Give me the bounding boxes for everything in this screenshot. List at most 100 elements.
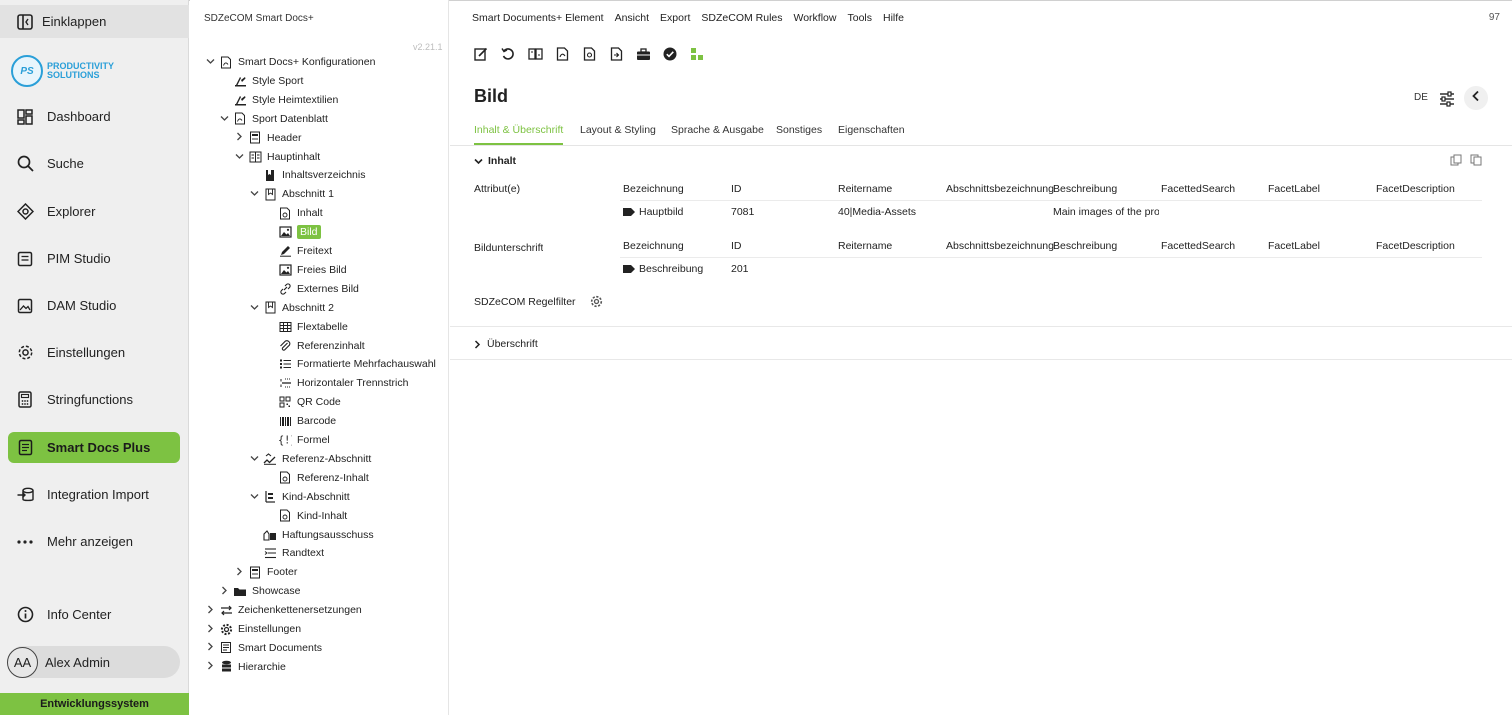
menu-item-ansicht[interactable]: Ansicht <box>615 12 649 24</box>
tab-eigenschaften[interactable]: Eigenschaften <box>838 124 905 145</box>
tree-node[interactable]: Showcase <box>218 582 300 600</box>
tree-node[interactable]: {!} Formel <box>263 431 330 449</box>
sliders-icon[interactable] <box>1438 90 1456 108</box>
edit-icon[interactable] <box>472 46 490 62</box>
export-document-icon[interactable] <box>607 46 625 62</box>
menu-item-hilfe[interactable]: Hilfe <box>883 12 904 24</box>
section-inhalt-header[interactable]: Inhalt <box>474 155 516 167</box>
gear-icon[interactable] <box>590 295 603 308</box>
tree-node[interactable]: Bild <box>263 223 321 241</box>
table-row[interactable]: Beschreibung 201 <box>450 263 1482 277</box>
tree-node[interactable]: Einstellungen <box>204 620 301 638</box>
toolbar <box>472 46 706 62</box>
tree-node[interactable]: Hierarchie <box>204 658 286 676</box>
collapse-panel-button[interactable] <box>1464 86 1488 110</box>
workflow-icon[interactable] <box>688 46 706 62</box>
tree-node[interactable]: Sport Datenblatt <box>218 110 328 128</box>
tree-node[interactable]: QR Code <box>263 393 341 411</box>
tree-node[interactable]: Style Sport <box>218 72 303 90</box>
database-icon <box>219 660 233 674</box>
tree-node[interactable]: Abschnitt 1 <box>248 185 334 203</box>
chevron-right-icon[interactable] <box>233 567 245 578</box>
tree-node[interactable]: Haftungsausschuss <box>248 526 374 544</box>
chevron-down-icon[interactable] <box>248 303 260 313</box>
margin-text-icon <box>263 546 277 560</box>
tree-node[interactable]: Referenz-Abschnitt <box>248 450 371 468</box>
collapse-button[interactable]: Einklappen <box>0 5 189 38</box>
language-selector[interactable]: DE <box>1414 92 1428 103</box>
tree-node[interactable]: Referenz-Inhalt <box>263 469 369 487</box>
tree-node[interactable]: Horizontaler Trennstrich <box>263 374 408 392</box>
tree-node[interactable]: Flextabelle <box>263 318 348 336</box>
tree-node[interactable]: Smart Docs+ Konfigurationen <box>204 53 375 71</box>
attribute-header-row: Attribut(e) Bezeichnung ID Reitername Ab… <box>450 183 1482 197</box>
chevron-right-icon[interactable] <box>233 132 245 143</box>
chevron-down-icon[interactable] <box>248 492 260 502</box>
nav-item-suche[interactable]: Suche <box>8 148 180 179</box>
menu-item-tools[interactable]: Tools <box>847 12 872 24</box>
chevron-down-icon[interactable] <box>248 454 260 464</box>
nav-item-einstellungen[interactable]: Einstellungen <box>8 337 180 368</box>
section-ueberschrift-header[interactable]: Überschrift <box>474 338 538 350</box>
check-circle-icon[interactable] <box>661 46 679 62</box>
tab-sprache-ausgabe[interactable]: Sprache & Ausgabe <box>671 124 764 145</box>
nav-item-dashboard[interactable]: Dashboard <box>8 101 180 132</box>
tree-node[interactable]: Hauptinhalt <box>233 148 320 166</box>
tab-layout-styling[interactable]: Layout & Styling <box>580 124 656 145</box>
tree-node[interactable]: Abschnitt 2 <box>248 299 334 317</box>
nav-item-info-center[interactable]: Info Center <box>8 599 180 630</box>
image-icon <box>278 263 292 277</box>
nav-item-stringfunctions[interactable]: Stringfunctions <box>8 384 180 415</box>
tree-node[interactable]: Inhaltsverzeichnis <box>248 166 365 184</box>
menu-item-export[interactable]: Export <box>660 12 690 24</box>
chevron-down-icon[interactable] <box>233 152 245 162</box>
chevron-right-icon[interactable] <box>218 586 230 597</box>
chevron-right-icon[interactable] <box>204 624 216 635</box>
nav-item-explorer[interactable]: Explorer <box>8 196 180 227</box>
refresh-icon[interactable] <box>499 46 517 62</box>
tree-node[interactable]: Zeichenkettenersetzungen <box>204 601 362 619</box>
tree-node[interactable]: Freies Bild <box>263 261 347 279</box>
tree-node[interactable]: Style Heimtextilien <box>218 91 338 109</box>
nav-item-dam-studio[interactable]: DAM Studio <box>8 290 180 321</box>
paste-icon[interactable] <box>1470 154 1482 166</box>
tree-node[interactable]: Formatierte Mehrfachauswahl <box>263 355 436 373</box>
chevron-right-icon[interactable] <box>204 661 216 672</box>
menu-item-element[interactable]: Smart Documents+ Element <box>472 12 604 24</box>
nav-item-pim-studio[interactable]: PIM Studio <box>8 243 180 274</box>
nav-label: Dashboard <box>47 109 111 124</box>
column-header: Beschreibung <box>1053 183 1118 195</box>
pdf-icon[interactable] <box>553 46 571 62</box>
tree-node[interactable]: Referenzinhalt <box>263 337 365 355</box>
tree-node[interactable]: Smart Documents <box>204 639 322 657</box>
chevron-down-icon[interactable] <box>204 57 216 67</box>
chevron-down-icon[interactable] <box>248 189 260 199</box>
table-row[interactable]: Hauptbild 7081 40|Media-Assets Main imag… <box>450 206 1482 220</box>
tree-node[interactable]: Kind-Inhalt <box>263 507 347 525</box>
menu-item-rules[interactable]: SDZeCOM Rules <box>701 12 782 24</box>
document-preview-icon[interactable] <box>580 46 598 62</box>
environment-badge: Entwicklungssystem <box>0 693 189 715</box>
tree-node[interactable]: Inhalt <box>263 204 323 222</box>
compare-icon[interactable] <box>526 46 544 62</box>
tree-node[interactable]: Externes Bild <box>263 280 359 298</box>
nav-item-smart-docs-plus[interactable]: Smart Docs Plus <box>8 432 180 463</box>
nav-item-mehr-anzeigen[interactable]: Mehr anzeigen <box>8 526 180 557</box>
tree-node[interactable]: Randtext <box>248 544 324 562</box>
tree-node[interactable]: Barcode <box>263 412 336 430</box>
tab-sonstiges[interactable]: Sonstiges <box>776 124 822 145</box>
tree-node[interactable]: Footer <box>233 563 297 581</box>
tree-node[interactable]: Kind-Abschnitt <box>248 488 350 506</box>
nav-item-integration-import[interactable]: Integration Import <box>8 479 180 510</box>
briefcase-icon[interactable] <box>634 46 652 62</box>
tree-node[interactable]: Header <box>233 129 301 147</box>
copy-icon[interactable] <box>1450 154 1462 166</box>
chevron-down-icon[interactable] <box>218 114 230 124</box>
tree-node-label: QR Code <box>297 396 341 409</box>
tree-node[interactable]: Freitext <box>263 242 332 260</box>
chevron-right-icon[interactable] <box>204 605 216 616</box>
tab-inhalt-ueberschrift[interactable]: Inhalt & Überschrift <box>474 124 564 145</box>
menu-item-workflow[interactable]: Workflow <box>794 12 837 24</box>
chevron-right-icon[interactable] <box>204 642 216 653</box>
user-menu[interactable]: AA Alex Admin <box>7 646 180 678</box>
